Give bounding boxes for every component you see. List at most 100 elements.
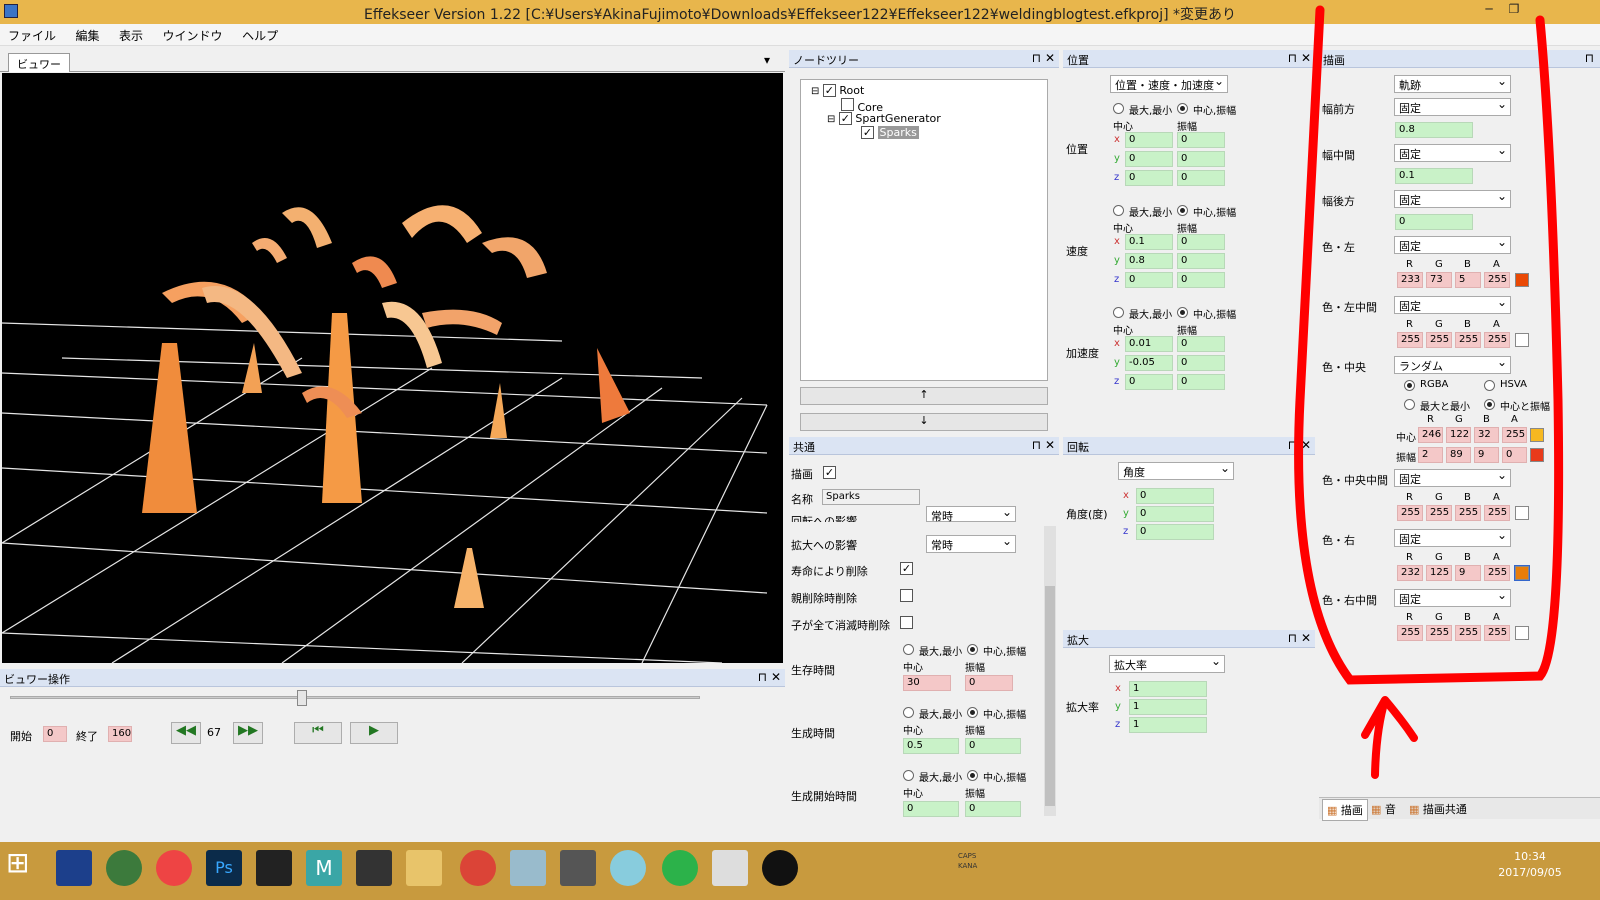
color-amp-r[interactable]: 2 — [1418, 447, 1443, 463]
close-icon[interactable]: ✕ — [1301, 51, 1311, 65]
tree-node-root[interactable]: ⊟ ✓ Root — [811, 84, 864, 97]
tab-draw-common[interactable]: ▦ 描画共通 — [1409, 801, 1467, 817]
color-left-b[interactable]: 5 — [1455, 272, 1481, 288]
scale-y-field[interactable]: 1 — [1129, 699, 1207, 715]
genstart-radio-minmax[interactable] — [903, 770, 914, 781]
restore-button[interactable]: ❐ — [1503, 2, 1525, 18]
color-leftmid-r[interactable]: 255 — [1397, 332, 1423, 348]
pin-icon[interactable]: ⊓ — [1288, 631, 1297, 645]
pos-radio-center[interactable] — [1177, 103, 1188, 114]
common-scrollbar[interactable] — [1044, 526, 1056, 816]
acc-radio-minmax[interactable] — [1113, 307, 1124, 318]
life-radio-center[interactable] — [967, 644, 978, 655]
to-start-button[interactable]: ⏮ — [294, 722, 342, 744]
width-front-field[interactable]: 0.8 — [1395, 122, 1473, 138]
life-center-field[interactable]: 30 — [903, 675, 951, 691]
parent-delete-checkbox[interactable] — [900, 589, 913, 602]
menu-file[interactable]: ファイル — [0, 24, 64, 47]
start-field[interactable]: 0 — [43, 726, 67, 742]
end-field[interactable]: 160 — [108, 726, 132, 742]
color-amp-a[interactable]: 0 — [1502, 447, 1527, 463]
rgb-checker-icon[interactable] — [256, 850, 292, 886]
checkbox-sparks[interactable]: ✓ — [861, 126, 874, 139]
checkbox-spartgen[interactable]: ✓ — [838, 112, 852, 125]
width-back-field[interactable]: 0 — [1395, 214, 1473, 230]
color-minmax-radio[interactable] — [1404, 399, 1415, 410]
rot-inherit-select[interactable]: 常時 — [926, 505, 1016, 523]
acc-z-center[interactable]: 0 — [1125, 374, 1173, 390]
width-back-select[interactable]: 固定 — [1394, 189, 1511, 208]
app-r-icon[interactable] — [560, 850, 596, 886]
line-icon[interactable] — [662, 850, 698, 886]
vel-radio-minmax[interactable] — [1113, 205, 1124, 216]
acc-z-amp[interactable]: 0 — [1177, 374, 1225, 390]
acc-radio-center[interactable] — [1177, 307, 1188, 318]
life-delete-checkbox[interactable]: ✓ — [900, 562, 913, 575]
color-rightmid-a[interactable]: 255 — [1484, 625, 1510, 641]
gen-radio-minmax[interactable] — [903, 707, 914, 718]
common-scrollbar-thumb[interactable] — [1045, 586, 1055, 806]
close-icon[interactable]: ✕ — [1301, 631, 1311, 645]
play-button[interactable]: ▶ — [350, 722, 398, 744]
node-tree-view[interactable]: ⊟ ✓ Root Core ⊟ ✓ SpartGenerator ✓ Spark… — [800, 79, 1048, 381]
color-rightmid-swatch[interactable] — [1515, 626, 1529, 640]
color-leftmid-swatch[interactable] — [1515, 333, 1529, 347]
color-center-a[interactable]: 255 — [1502, 427, 1527, 443]
color-centermid-a[interactable]: 255 — [1484, 505, 1510, 521]
children-delete-checkbox[interactable] — [900, 616, 913, 629]
color-left-swatch[interactable] — [1515, 273, 1529, 287]
life-amp-field[interactable]: 0 — [965, 675, 1013, 691]
scale-inherit-select[interactable]: 常時 — [926, 534, 1016, 553]
pin-icon[interactable]: ⊓ — [1032, 51, 1041, 65]
pos-x-center[interactable]: 0 — [1125, 132, 1173, 148]
color-center-r[interactable]: 246 — [1418, 427, 1443, 443]
width-middle-field[interactable]: 0.1 — [1395, 168, 1473, 184]
tab-draw[interactable]: ▦ 描画 — [1322, 799, 1368, 821]
clock-date[interactable]: 2017/09/05 — [1492, 866, 1568, 879]
color-left-r[interactable]: 233 — [1397, 272, 1423, 288]
tab-sound[interactable]: ▦ 音 — [1371, 801, 1396, 817]
color-right-select[interactable]: 固定 — [1394, 528, 1511, 547]
close-icon[interactable]: ✕ — [1301, 438, 1311, 452]
scale-z-field[interactable]: 1 — [1129, 717, 1207, 733]
color-right-r[interactable]: 232 — [1397, 565, 1423, 581]
color-amp-swatch[interactable] — [1530, 448, 1544, 462]
rotation-mode-select[interactable]: 角度 — [1118, 461, 1234, 480]
pos-x-amp[interactable]: 0 — [1177, 132, 1225, 148]
color-amp-g[interactable]: 89 — [1446, 447, 1471, 463]
timeline-thumb[interactable] — [296, 690, 307, 706]
color-centeramp-radio[interactable] — [1484, 399, 1495, 410]
menu-edit[interactable]: 編集 — [68, 24, 108, 47]
app-window-icon[interactable] — [712, 850, 748, 886]
app-sphere-icon[interactable] — [610, 850, 646, 886]
vel-z-amp[interactable]: 0 — [1177, 272, 1225, 288]
vel-z-center[interactable]: 0 — [1125, 272, 1173, 288]
acc-y-amp[interactable]: 0 — [1177, 355, 1225, 371]
pos-radio-minmax[interactable] — [1113, 103, 1124, 114]
app-green-icon[interactable] — [106, 850, 142, 886]
acc-x-amp[interactable]: 0 — [1177, 336, 1225, 352]
menu-help[interactable]: ヘルプ — [234, 24, 286, 47]
chrome-icon[interactable] — [460, 850, 496, 886]
color-right-swatch[interactable] — [1514, 565, 1530, 581]
timeline-slider[interactable] — [10, 690, 700, 706]
pos-z-amp[interactable]: 0 — [1177, 170, 1225, 186]
vel-y-center[interactable]: 0.8 — [1125, 253, 1173, 269]
color-centermid-b[interactable]: 255 — [1455, 505, 1481, 521]
color-rgba-radio[interactable] — [1404, 380, 1415, 391]
rotation-z-field[interactable]: 0 — [1136, 524, 1214, 540]
photoshop-icon[interactable]: Ps — [206, 850, 242, 886]
pin-icon[interactable]: ⊓ — [1288, 438, 1297, 452]
close-icon[interactable]: ✕ — [1045, 51, 1055, 65]
color-right-a[interactable]: 255 — [1484, 565, 1510, 581]
move-down-button[interactable]: ↓ — [800, 413, 1048, 431]
checkbox-root[interactable]: ✓ — [822, 84, 836, 97]
life-radio-minmax[interactable] — [903, 644, 914, 655]
film-icon[interactable] — [356, 850, 392, 886]
color-rightmid-b[interactable]: 255 — [1455, 625, 1481, 641]
clock-time[interactable]: 10:34 — [1500, 850, 1560, 863]
rotation-y-field[interactable]: 0 — [1136, 506, 1214, 522]
position-mode-select[interactable]: 位置・速度・加速度 — [1110, 74, 1228, 93]
pin-icon[interactable]: ⊓ — [758, 670, 767, 684]
pin-icon[interactable]: ⊓ — [1585, 51, 1594, 65]
